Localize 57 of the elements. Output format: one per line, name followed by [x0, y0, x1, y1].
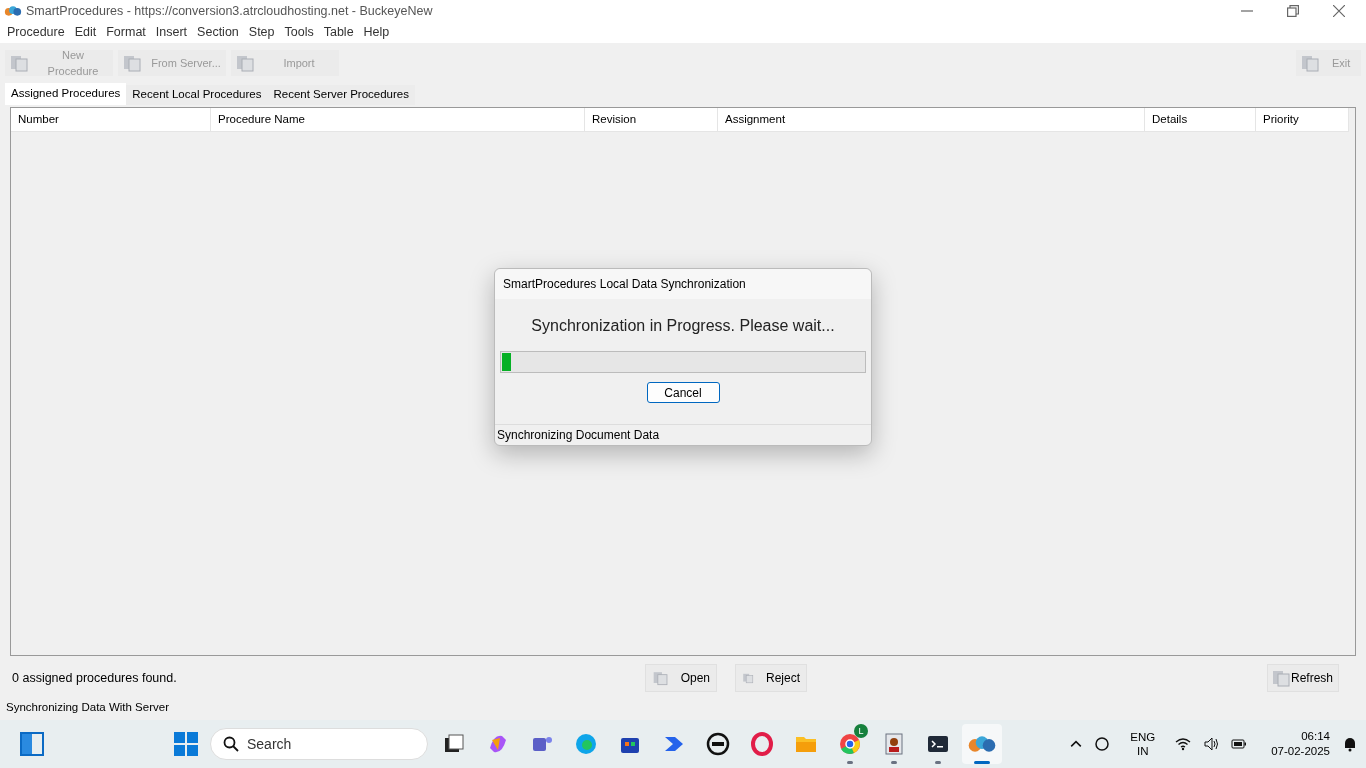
column-header[interactable]: Details	[1145, 108, 1256, 131]
tab[interactable]: Recent Local Procedures	[126, 85, 268, 105]
widgets-icon[interactable]	[20, 732, 44, 756]
ring-o-icon	[750, 732, 774, 756]
region-indicator[interactable]: IN	[1136, 744, 1149, 758]
menu-item[interactable]: Format	[101, 23, 151, 42]
ring-logo-icon	[706, 732, 730, 756]
document-icon	[122, 53, 142, 73]
wifi-icon[interactable]	[1175, 736, 1192, 752]
refresh-button[interactable]: Refresh	[1267, 664, 1339, 692]
menu-item[interactable]: Procedure	[2, 23, 70, 42]
search-icon	[223, 736, 239, 752]
running-indicator	[891, 761, 897, 764]
dialog-title: SmartProcedures Local Data Synchronization	[503, 276, 746, 293]
cancel-button[interactable]: Cancel	[646, 382, 720, 403]
status-bar-text: Synchronizing Data With Server	[6, 700, 169, 716]
menu-item[interactable]: Help	[358, 23, 395, 42]
open-button[interactable]: Open	[645, 664, 717, 692]
language-indicator[interactable]: ENG	[1130, 730, 1156, 744]
column-header[interactable]: Priority	[1256, 108, 1349, 131]
menu-item[interactable]: Table	[318, 23, 359, 42]
menu-item[interactable]: Step	[243, 23, 280, 42]
progress-message: Synchronization in Progress. Please wait...	[531, 316, 835, 336]
notification-bell-icon[interactable]	[1342, 736, 1358, 752]
speaker-icon[interactable]	[1203, 736, 1220, 752]
menu-item[interactable]: Section	[192, 23, 244, 42]
person-card-icon	[882, 732, 906, 756]
clock-time[interactable]: 06:14	[1301, 729, 1330, 744]
running-indicator	[847, 761, 853, 764]
profile-badge: L	[854, 724, 868, 738]
chevron-up-icon[interactable]	[1070, 738, 1083, 750]
wave-circle-icon	[574, 732, 598, 756]
menu-item[interactable]: Edit	[69, 23, 102, 42]
tab[interactable]: Assigned Procedures	[5, 83, 127, 105]
column-header[interactable]: Revision	[585, 108, 718, 131]
browser-circle-icon	[838, 732, 862, 756]
document-icon	[1300, 53, 1320, 73]
battery-icon[interactable]	[1231, 736, 1248, 752]
dialog-status: Synchronizing Document Data	[497, 427, 660, 444]
search-field[interactable]: Search	[210, 728, 428, 760]
app-logo-icon	[4, 5, 22, 17]
document-icon	[9, 53, 29, 73]
running-indicator	[974, 761, 990, 764]
running-indicator	[935, 761, 941, 764]
menu-item[interactable]: Insert	[150, 23, 193, 42]
clock-date[interactable]: 07-02-2025	[1271, 744, 1330, 759]
reject-button[interactable]: Reject	[735, 664, 807, 692]
procedures-count: 0 assigned procedures found.	[12, 669, 177, 687]
app-logo-icon	[968, 734, 996, 754]
taskbar-app-button[interactable]: L	[830, 724, 870, 764]
column-header[interactable]: Number	[11, 108, 211, 131]
menu-item[interactable]: Tools	[279, 23, 319, 42]
column-header[interactable]: Procedure Name	[211, 108, 585, 131]
tab[interactable]: Recent Server Procedures	[267, 85, 415, 105]
document-icon	[235, 53, 255, 73]
column-header[interactable]: Assignment	[718, 108, 1145, 131]
window-title: SmartProcedures - https://conversion3.atrcloudhosting.net - BuckeyeNew	[26, 2, 433, 20]
